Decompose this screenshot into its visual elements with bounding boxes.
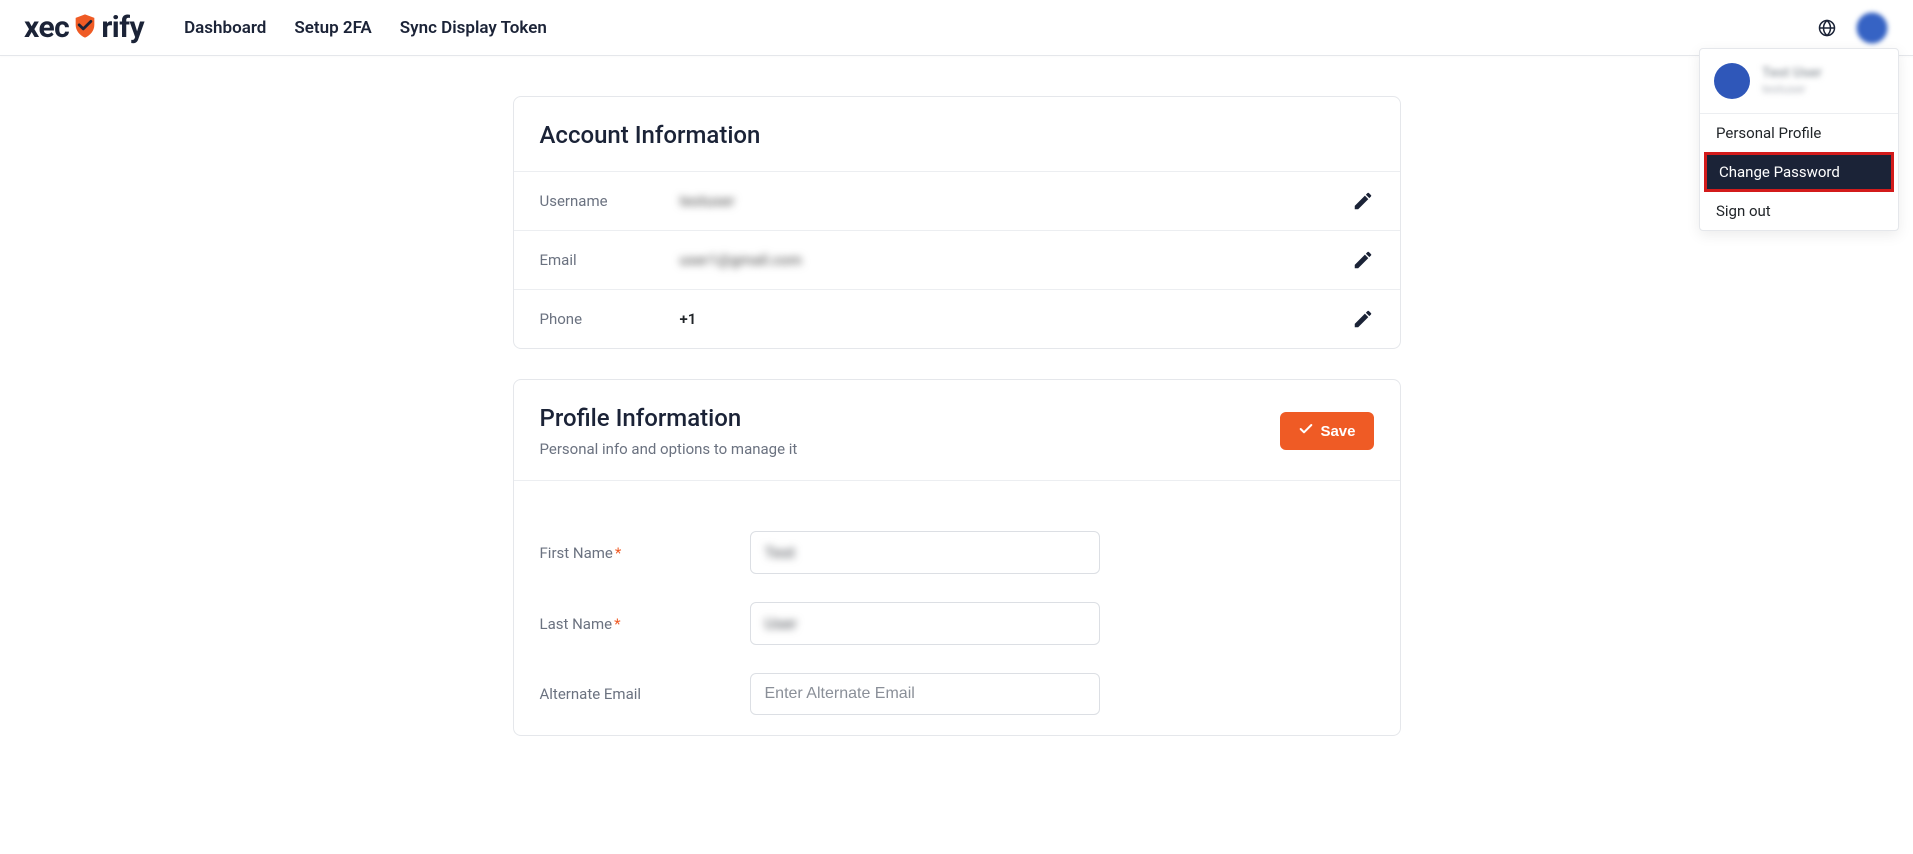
edit-phone-icon[interactable]	[1352, 308, 1374, 330]
first-name-value: Test	[765, 543, 796, 562]
brand-logo[interactable]: xec rify	[24, 10, 144, 45]
form-row-alternate-email: Alternate Email	[540, 673, 1374, 715]
dropdown-user-sub: testuser	[1762, 82, 1822, 96]
edit-username-icon[interactable]	[1352, 190, 1374, 212]
save-button-label: Save	[1320, 423, 1355, 440]
edit-email-icon[interactable]	[1352, 249, 1374, 271]
profile-form: First Name* Test Last Name* User Alterna…	[514, 481, 1400, 735]
phone-label: Phone	[540, 310, 680, 328]
profile-info-subtitle: Personal info and options to manage it	[540, 440, 798, 458]
profile-info-title: Profile Information	[540, 404, 798, 432]
email-value: user1@gmail.com	[680, 251, 802, 269]
account-info-header: Account Information	[514, 97, 1400, 172]
brand-text-left: xec	[24, 10, 69, 45]
brand-text-right: rify	[101, 10, 144, 45]
form-row-last-name: Last Name* User	[540, 602, 1374, 645]
nav-dashboard[interactable]: Dashboard	[184, 18, 266, 38]
account-info-card: Account Information Username testuser Em…	[513, 96, 1401, 349]
nav-setup-2fa[interactable]: Setup 2FA	[294, 18, 371, 38]
top-nav: xec rify Dashboard Setup 2FA Sync Displa…	[0, 0, 1913, 56]
last-name-label-text: Last Name	[540, 615, 613, 633]
phone-value: +1	[680, 310, 697, 328]
dropdown-user-header: Test User testuser	[1700, 49, 1898, 114]
last-name-input[interactable]: User	[750, 602, 1100, 645]
email-label: Email	[540, 251, 680, 269]
user-dropdown: Test User testuser Personal Profile Chan…	[1699, 48, 1899, 231]
username-value: testuser	[680, 192, 735, 210]
account-row-phone: Phone +1	[514, 289, 1400, 348]
alternate-email-input[interactable]	[750, 673, 1100, 715]
required-asterisk: *	[615, 544, 621, 562]
dropdown-sign-out[interactable]: Sign out	[1700, 192, 1898, 230]
shield-icon	[71, 12, 99, 44]
first-name-input[interactable]: Test	[750, 531, 1100, 574]
avatar	[1714, 63, 1750, 99]
user-avatar-button[interactable]	[1855, 11, 1889, 45]
account-row-email: Email user1@gmail.com	[514, 230, 1400, 289]
first-name-label: First Name*	[540, 544, 750, 562]
account-info-title: Account Information	[540, 121, 1374, 149]
profile-info-header: Profile Information Personal info and op…	[514, 380, 1400, 481]
dropdown-change-password-wrap: Change Password	[1700, 152, 1898, 192]
nav-sync-display-token[interactable]: Sync Display Token	[400, 18, 547, 38]
first-name-label-text: First Name	[540, 544, 613, 562]
required-asterisk: *	[614, 615, 620, 633]
form-row-first-name: First Name* Test	[540, 531, 1374, 574]
save-button[interactable]: Save	[1280, 412, 1373, 450]
check-icon	[1298, 421, 1314, 441]
username-label: Username	[540, 192, 680, 210]
main-content: Account Information Username testuser Em…	[0, 56, 1913, 736]
dropdown-personal-profile[interactable]: Personal Profile	[1700, 114, 1898, 152]
account-row-username: Username testuser	[514, 172, 1400, 230]
dropdown-change-password[interactable]: Change Password	[1704, 152, 1894, 192]
dropdown-user-name: Test User	[1762, 65, 1822, 82]
last-name-value: User	[765, 614, 798, 633]
profile-info-card: Profile Information Personal info and op…	[513, 379, 1401, 736]
last-name-label: Last Name*	[540, 615, 750, 633]
globe-icon[interactable]	[1817, 18, 1837, 38]
alternate-email-label: Alternate Email	[540, 685, 750, 703]
primary-nav: Dashboard Setup 2FA Sync Display Token	[184, 18, 547, 38]
